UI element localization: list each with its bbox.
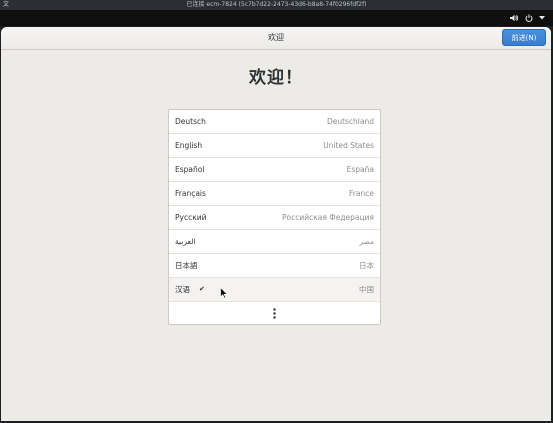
next-button[interactable]: 前进(N) bbox=[502, 29, 546, 46]
language-region: 中国 bbox=[359, 285, 374, 294]
language-name: English bbox=[175, 141, 203, 150]
language-row[interactable]: العربية مصر bbox=[169, 230, 380, 254]
language-list: Deutsch Deutschland English United State… bbox=[168, 109, 381, 325]
language-row[interactable]: 日本語 日本 bbox=[169, 254, 380, 278]
language-region: United States bbox=[323, 141, 374, 150]
vertical-ellipsis-icon bbox=[273, 308, 276, 319]
page-title: 欢迎 bbox=[268, 33, 284, 42]
mouse-pointer-icon bbox=[220, 287, 228, 299]
checkmark-icon: ✔ bbox=[199, 285, 205, 293]
language-name: Русский bbox=[175, 213, 207, 222]
welcome-window: 欢迎 前进(N) 欢迎！ Deutsch Deutschland English… bbox=[1, 27, 551, 421]
language-row[interactable]: Deutsch Deutschland bbox=[169, 110, 380, 134]
language-name: العربية bbox=[175, 237, 196, 246]
language-row-selected[interactable]: 汉语 ✔ 中国 bbox=[169, 278, 380, 302]
dropdown-arrow-icon[interactable] bbox=[539, 16, 545, 20]
system-topbar bbox=[0, 10, 553, 26]
volume-icon[interactable] bbox=[510, 14, 519, 22]
language-name: Français bbox=[175, 189, 206, 198]
more-languages-button[interactable] bbox=[169, 302, 380, 324]
language-region: مصر bbox=[359, 237, 374, 246]
welcome-heading: 欢迎！ bbox=[249, 68, 303, 88]
system-tray[interactable] bbox=[510, 12, 545, 24]
language-name: 日本語 bbox=[175, 261, 198, 270]
header-bar: 欢迎 前进(N) bbox=[1, 27, 551, 50]
language-region: Deutschland bbox=[326, 117, 374, 126]
language-region: 日本 bbox=[359, 261, 374, 270]
language-region: España bbox=[346, 165, 374, 174]
language-row[interactable]: Français France bbox=[169, 182, 380, 206]
language-name: Deutsch bbox=[175, 117, 206, 126]
vm-titlebar-title: 已连接 ecm-7824 (5c7b7d22-2473-43d6-b8a8-74… bbox=[186, 1, 367, 8]
language-name: Español bbox=[175, 165, 205, 174]
language-region: France bbox=[349, 189, 374, 198]
language-region: Российская Федерация bbox=[282, 213, 374, 222]
language-row[interactable]: English United States bbox=[169, 134, 380, 158]
language-name: 汉语 bbox=[175, 285, 190, 294]
power-icon[interactable] bbox=[525, 14, 533, 22]
language-row[interactable]: Español España bbox=[169, 158, 380, 182]
language-row[interactable]: Русский Российская Федерация bbox=[169, 206, 380, 230]
